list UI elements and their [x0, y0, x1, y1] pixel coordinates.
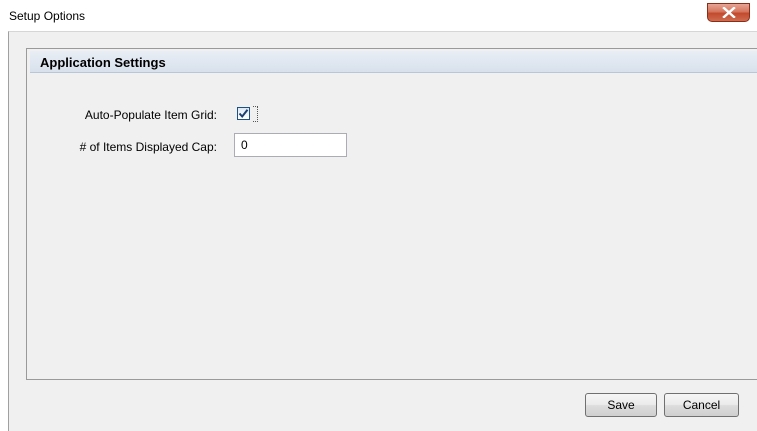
group-title: Application Settings: [40, 55, 166, 70]
title-bar: Setup Options: [0, 0, 757, 28]
items-cap-input[interactable]: [234, 133, 347, 157]
auto-populate-checkbox[interactable]: [237, 107, 250, 120]
application-settings-group: Application Settings Auto-Populate Item …: [26, 48, 757, 380]
dialog-client-area: Application Settings Auto-Populate Item …: [8, 31, 757, 431]
close-icon: [721, 7, 736, 18]
close-button[interactable]: [707, 3, 750, 22]
window-title: Setup Options: [9, 9, 86, 23]
cancel-button[interactable]: Cancel: [664, 393, 739, 417]
auto-populate-label: Auto-Populate Item Grid:: [84, 108, 217, 122]
items-cap-label: # of Items Displayed Cap:: [79, 140, 217, 154]
focus-indicator: [253, 106, 258, 122]
save-button[interactable]: Save: [585, 393, 657, 417]
checkmark-icon: [238, 109, 249, 119]
group-header: Application Settings: [30, 51, 757, 73]
